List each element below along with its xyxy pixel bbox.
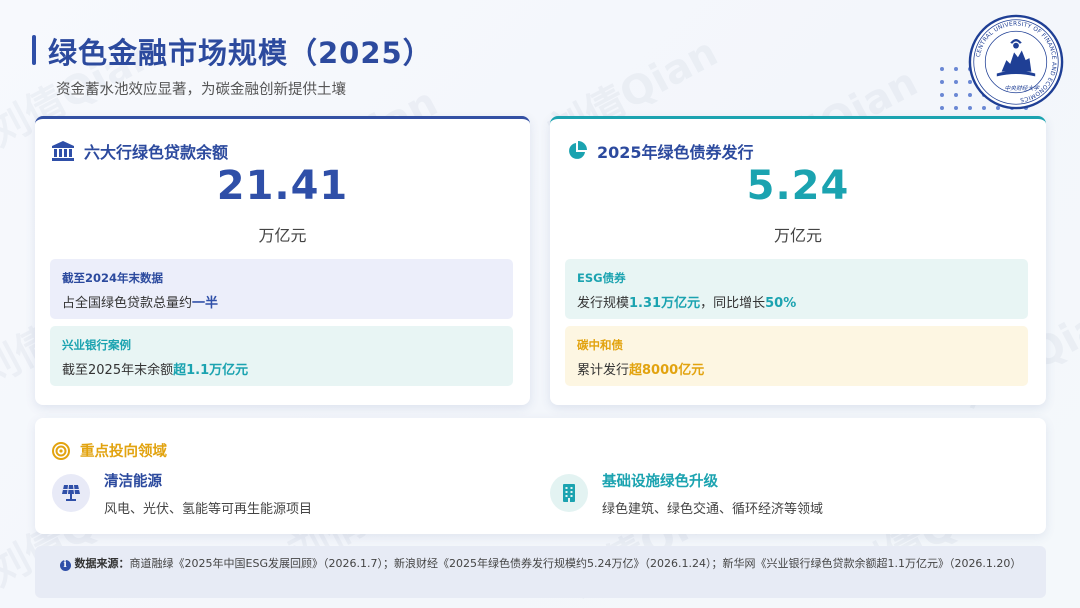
info-text-mid: ，同比增长 (700, 296, 766, 311)
info-label: ESG债券 (577, 271, 626, 285)
loan-balance-unit: 万亿元 (258, 226, 307, 245)
info-icon: i (59, 560, 71, 571)
bank-icon (52, 141, 74, 161)
focus-title: 重点投向领域 (80, 444, 167, 460)
pie-chart-icon (569, 141, 587, 159)
green-bond-card: 2025年绿色债券发行 5.24 万亿元 ESG债券 发行规模1.31万亿元，同… (550, 116, 1046, 405)
focus-area-desc: 绿色建筑、绿色交通、循环经济等领域 (602, 502, 824, 517)
card-title: 六大行绿色贷款余额 (84, 143, 229, 162)
focus-area-title: 基础设施绿色升级 (602, 474, 718, 490)
bond-issuance-unit: 万亿元 (773, 226, 822, 245)
info-text: 发行规模1.31万亿元，同比增长50% (577, 292, 1016, 311)
info-text-prefix: 累计发行 (577, 363, 630, 378)
data-source-footer: i 数据来源：商道融绿《2025年中国ESG发展回顾》（2026.1.7）；新浪财… (35, 546, 1046, 598)
info-highlight: 超1.1万亿元 (173, 363, 249, 378)
info-text-prefix: 截至2025年末余额 (62, 363, 174, 378)
info-highlight: 1.31万亿元 (629, 296, 701, 311)
info-label: 截至2024年末数据 (62, 271, 164, 285)
solar-panel-icon (52, 474, 90, 512)
focus-areas-panel: 重点投向领域 清洁能源 风电、光伏、氢能等可再生能源项目 基础设施绿色升级 绿色… (35, 418, 1046, 534)
info-label: 碳中和债 (577, 338, 623, 352)
seal-chinese-text: 中央财经大学 (1005, 85, 1041, 92)
info-text: 占全国绿色贷款总量约一半 (62, 292, 501, 311)
focus-area-infrastructure: 基础设施绿色升级 绿色建筑、绿色交通、循环经济等领域 (550, 470, 823, 517)
info-text: 累计发行超8000亿元 (577, 359, 1016, 378)
info-box-2024: 截至2024年末数据 占全国绿色贷款总量约一半 (50, 259, 513, 319)
info-highlight: 50% (765, 296, 797, 311)
info-highlight: 一半 (192, 296, 219, 311)
card-title: 2025年绿色债券发行 (597, 143, 754, 162)
info-box-carbon-neutral-bond: 碳中和债 累计发行超8000亿元 (565, 326, 1028, 386)
green-loan-card: 六大行绿色贷款余额 21.41 万亿元 截至2024年末数据 占全国绿色贷款总量… (35, 116, 530, 405)
info-box-industrial-bank: 兴业银行案例 截至2025年末余额超1.1万亿元 (50, 326, 513, 386)
info-box-esg-bond: ESG债券 发行规模1.31万亿元，同比增长50% (565, 259, 1028, 319)
loan-balance-value: 21.41 (216, 163, 349, 209)
info-text-prefix: 占全国绿色贷款总量约 (62, 296, 193, 311)
target-icon (52, 441, 70, 460)
page-subtitle: 资金蓄水池效应显著，为碳金融创新提供土壤 (56, 82, 346, 98)
info-text: 截至2025年末余额超1.1万亿元 (62, 359, 501, 378)
focus-area-title: 清洁能源 (104, 474, 162, 490)
info-label: 兴业银行案例 (62, 338, 131, 352)
focus-area-clean-energy: 清洁能源 风电、光伏、氢能等可再生能源项目 (52, 470, 312, 517)
university-seal-logo: CENTRAL UNIVERSITY OF FINANCE AND ECONOM… (968, 14, 1064, 110)
info-highlight: 超8000亿元 (629, 363, 705, 378)
building-icon (550, 474, 588, 512)
bond-issuance-value: 5.24 (746, 163, 850, 209)
source-label: 数据来源： (74, 557, 130, 570)
focus-area-desc: 风电、光伏、氢能等可再生能源项目 (104, 502, 313, 517)
title-accent-bar (32, 35, 36, 65)
page-title: 绿色金融市场规模（2025） (48, 36, 433, 70)
source-text: 商道融绿《2025年中国ESG发展回顾》（2026.1.7）；新浪财经《2025… (129, 557, 1022, 570)
info-text-prefix: 发行规模 (577, 296, 630, 311)
